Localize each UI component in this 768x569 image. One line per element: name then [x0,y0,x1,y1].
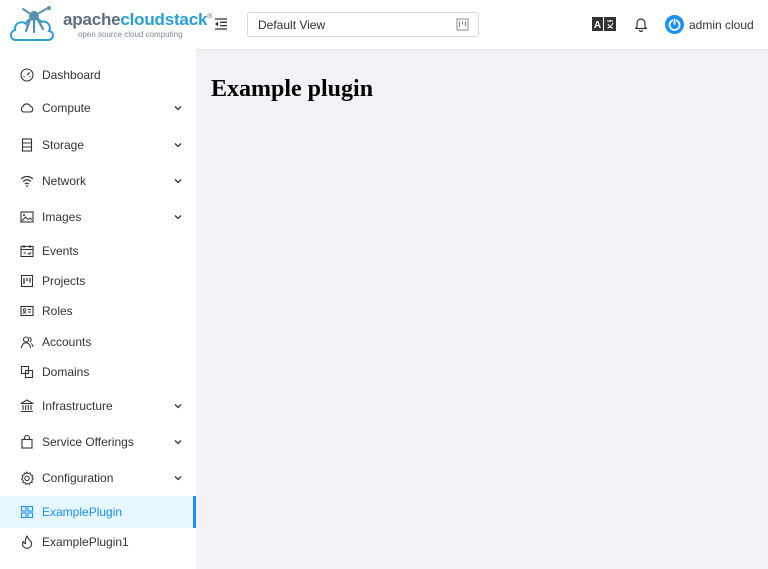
svg-text:A: A [594,20,601,31]
sidebar-item-label: ExamplePlugin [42,505,123,519]
brand-logo[interactable]: apachecloudstack® open source cloud comp… [0,0,212,50]
sidebar-item-events[interactable]: Events [0,235,196,267]
brand-tagline: open source cloud computing [78,30,183,39]
bell-icon[interactable] [634,16,648,32]
chevron-down-icon [174,179,182,184]
fire-icon [21,535,33,549]
chevron-down-icon [174,106,182,111]
sidebar-item-label: Accounts [42,335,92,349]
bank-icon [20,399,34,413]
sidebar-item-projects[interactable]: Projects [0,265,196,297]
dashboard-icon [20,68,34,82]
team-icon [20,336,34,349]
sidebar: Dashboard Compute Storage Network Images [0,50,196,569]
sidebar-item-exampleplugin1[interactable]: ExamplePlugin1 [0,526,196,558]
schedule-icon [20,245,34,258]
sidebar-item-service-offerings[interactable]: Service Offerings [0,426,196,458]
sidebar-item-accounts[interactable]: Accounts [0,326,196,358]
brand-name: apachecloudstack® [63,10,212,30]
menu-fold-button[interactable] [213,16,229,32]
shopping-icon [21,435,33,449]
menu-fold-icon [215,18,227,30]
database-icon [21,138,33,152]
sidebar-item-dashboard[interactable]: Dashboard [0,59,196,91]
sidebar-item-label: Infrastructure [42,399,113,413]
chevron-down-icon [174,143,182,148]
sidebar-item-label: Projects [42,274,86,288]
sidebar-item-configuration[interactable]: Configuration [0,462,196,494]
chevron-down-icon [174,404,182,409]
user-name: admin cloud [689,18,754,32]
sidebar-item-infrastructure[interactable]: Infrastructure [0,390,196,422]
sidebar-item-label: Service Offerings [42,435,134,449]
main-content: Example plugin [196,50,768,569]
sidebar-item-domains[interactable]: Domains [0,356,196,388]
sidebar-item-label: Storage [42,138,85,152]
sidebar-item-label: ExamplePlugin1 [42,535,129,549]
sidebar-item-roles[interactable]: Roles [0,295,196,327]
project-select[interactable]: Default View [247,12,479,37]
trademark-symbol: ® [207,13,213,21]
sidebar-item-label: Roles [42,304,73,318]
project-icon [456,18,469,31]
sidebar-item-label: Configuration [42,471,114,485]
chevron-down-icon [174,476,182,481]
brand-name-part2: cloudstack [120,10,208,29]
idcard-icon [20,305,34,317]
setting-icon [20,471,34,485]
sidebar-item-label: Images [42,210,82,224]
sidebar-item-label: Compute [42,101,91,115]
sidebar-item-storage[interactable]: Storage [0,129,196,161]
sidebar-item-label: Dashboard [42,68,101,82]
page-title: Example plugin [211,76,374,102]
sidebar-item-exampleplugin[interactable]: ExamplePlugin [0,496,196,528]
cloudstack-logo-icon [10,6,54,41]
sidebar-item-label: Network [42,174,87,188]
avatar [665,15,684,34]
project-select-value: Default View [258,18,326,32]
sidebar-item-label: Domains [42,365,90,379]
top-header: apachecloudstack® open source cloud comp… [0,0,768,50]
wifi-icon [20,175,34,187]
chevron-down-icon [174,440,182,445]
cloud-icon [20,103,34,113]
sidebar-item-images[interactable]: Images [0,201,196,233]
picture-icon [20,211,34,223]
block-icon [20,365,34,379]
project-icon [20,274,34,288]
sidebar-item-label: Events [42,244,79,258]
chevron-down-icon [174,215,182,220]
sidebar-item-network[interactable]: Network [0,165,196,197]
translate-icon[interactable]: A [592,17,616,31]
brand-name-part1: apache [63,10,121,29]
appstore-icon [20,505,34,519]
sidebar-item-compute[interactable]: Compute [0,92,196,124]
